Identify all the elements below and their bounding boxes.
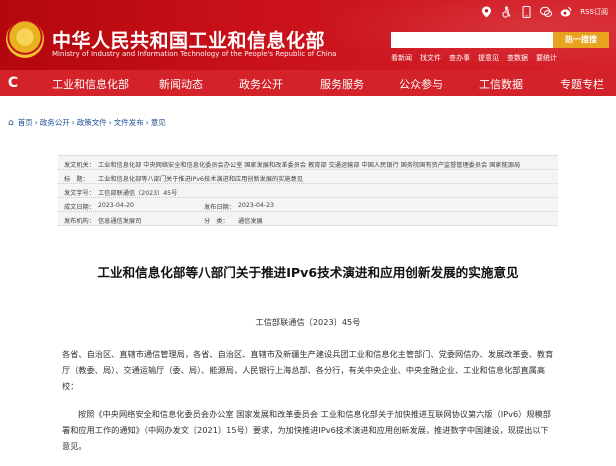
meta-row-dates: 成文日期： 2023-04-20 发布日期： 2023-04-23 <box>58 198 558 212</box>
nav-item-home[interactable]: 工业和信息化部 <box>52 76 129 92</box>
breadcrumb-home[interactable]: 首页 <box>18 117 33 128</box>
meta-issuer-label: 发文机关： <box>64 162 95 169</box>
meta-row-issuer: 发文机关： 工业和信息化部 中央网络安全和信息化委员会办公室 国家发展和改革委员… <box>58 156 558 170</box>
hot-link-feedback[interactable]: 提意见 <box>478 53 499 63</box>
nav-item-gov-info[interactable]: 政务公开 <box>239 76 283 92</box>
top-icon-bar: RSS订阅 <box>480 6 608 18</box>
search-input[interactable] <box>391 32 553 48</box>
breadcrumb-separator: › <box>108 118 112 127</box>
article-title: 工业和信息化部等八部门关于推进IPv6技术演进和应用创新发展的实施意见 <box>97 265 519 280</box>
meta-title-value: 工业和信息化部等八部门关于推进IPv6技术演进和应用创新发展的实施意见 <box>98 176 303 183</box>
breadcrumb-separator: › <box>34 118 38 127</box>
breadcrumb-gov-info[interactable]: 政务公开 <box>40 117 70 128</box>
rss-subscribe-link[interactable]: RSS订阅 <box>580 7 608 17</box>
wechat-icon[interactable] <box>540 6 553 18</box>
meta-docnum-value: 工信部联通信〔2023〕45号 <box>98 190 178 197</box>
location-icon[interactable] <box>480 6 492 18</box>
breadcrumb-opinion[interactable]: 意见 <box>151 117 166 128</box>
meta-docnum-label: 发文字号： <box>64 190 95 197</box>
site-header: ★ 中华人民共和国工业和信息化部 Ministry of Industry an… <box>0 0 616 70</box>
mobile-icon[interactable] <box>520 6 532 18</box>
meta-written-value: 2023-04-20 <box>98 202 134 209</box>
site-subtitle: Ministry of Industry and Information Tec… <box>52 50 337 58</box>
article-doc-number: 工信部联通信〔2023〕45号 <box>255 317 361 327</box>
nav-item-participation[interactable]: 公众参与 <box>399 76 443 92</box>
hot-links: 看新闻 找文件 查办事 提意见 查数据 要统计 <box>391 53 557 63</box>
article-intro-paragraph: 按照《中央网络安全和信息化委员会办公室 国家发展和改革委员会 工业和信息化部关于… <box>62 409 551 451</box>
meta-issuer-value: 工业和信息化部 中央网络安全和信息化委员会办公室 国家发展和改革委员会 教育部 … <box>98 162 521 169</box>
main-nav: C 工业和信息化部 新闻动态 政务公开 服务服务 公众参与 工信数据 专题专栏 <box>0 70 616 96</box>
meta-published-label: 发布日期： <box>204 204 235 211</box>
nav-item-news[interactable]: 新闻动态 <box>159 76 203 92</box>
breadcrumb-separator: › <box>145 118 149 127</box>
meta-row-title: 标 题： 工业和信息化部等八部门关于推进IPv6技术演进和应用创新发展的实施意见 <box>58 170 558 184</box>
hot-link-data[interactable]: 查数据 <box>507 53 528 63</box>
nav-item-data[interactable]: 工信数据 <box>479 76 523 92</box>
meta-title-label: 标 题： <box>64 176 89 183</box>
meta-row-docnum: 发文字号： 工信部联通信〔2023〕45号 <box>58 184 558 198</box>
breadcrumb-separator: › <box>71 118 75 127</box>
article-recipients-paragraph: 各省、自治区、直辖市通信管理局，各省、自治区、直辖市及新疆生产建设兵团工业和信息… <box>62 349 554 391</box>
search-button[interactable]: 热一搜搜 <box>553 32 609 48</box>
hot-link-news[interactable]: 看新闻 <box>391 53 412 63</box>
meta-org-value: 信息通信发展司 <box>98 218 142 225</box>
nav-item-topics[interactable]: 专题专栏 <box>560 76 604 92</box>
star-icon: ★ <box>18 28 31 44</box>
breadcrumb-file-release[interactable]: 文件发布 <box>114 117 144 128</box>
national-emblem-logo[interactable]: ★ <box>6 20 44 58</box>
breadcrumb-policy-files[interactable]: 政策文件 <box>77 117 107 128</box>
nav-logo-icon[interactable]: C <box>0 70 26 96</box>
hot-link-services[interactable]: 查办事 <box>449 53 470 63</box>
site-title[interactable]: 中华人民共和国工业和信息化部 <box>52 26 325 53</box>
weibo-icon[interactable] <box>560 6 572 18</box>
breadcrumb: ⌂ 首页 › 政务公开 › 政策文件 › 文件发布 › 意见 <box>8 117 166 128</box>
meta-org-label: 发布机构： <box>64 218 95 225</box>
document-meta-table: 发文机关： 工业和信息化部 中央网络安全和信息化委员会办公室 国家发展和改革委员… <box>58 155 558 226</box>
meta-published-value: 2023-04-23 <box>238 202 274 209</box>
meta-category-label: 分 类： <box>204 218 229 225</box>
home-icon: ⌂ <box>8 117 14 128</box>
meta-category-value: 通信发展 <box>238 218 263 225</box>
meta-row-org: 发布机构： 信息通信发展司 分 类： 通信发展 <box>58 212 558 226</box>
meta-written-label: 成文日期： <box>64 204 95 211</box>
hot-link-files[interactable]: 找文件 <box>420 53 441 63</box>
nav-item-services[interactable]: 服务服务 <box>320 76 364 92</box>
hot-link-statistics[interactable]: 要统计 <box>536 53 557 63</box>
accessibility-icon[interactable] <box>500 6 512 18</box>
